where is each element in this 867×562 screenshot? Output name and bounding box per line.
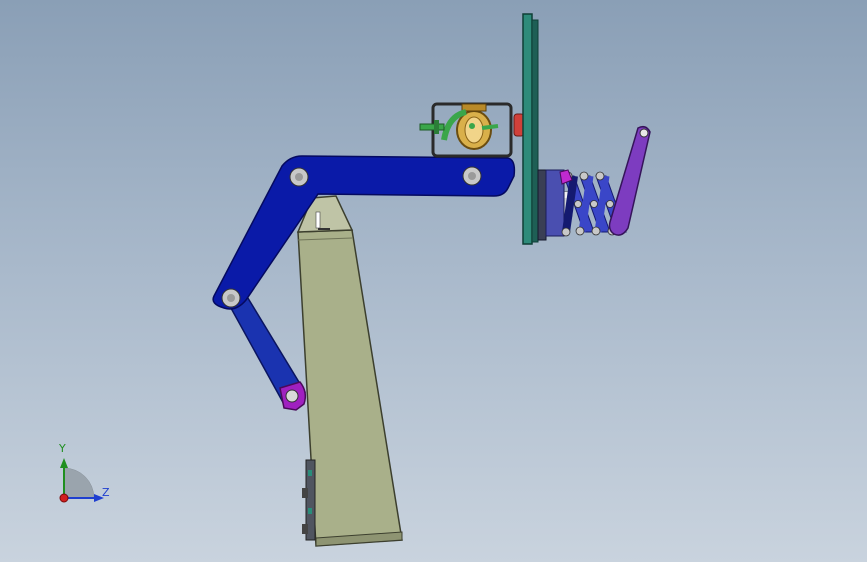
base-connector bbox=[302, 459, 316, 541]
lever[interactable] bbox=[608, 125, 651, 236]
cad-graphics-viewport[interactable]: Y Z bbox=[0, 0, 867, 562]
cad-model-view[interactable] bbox=[0, 0, 867, 562]
view-orientation-triad[interactable] bbox=[59, 458, 104, 503]
gimbal-frame[interactable] bbox=[419, 102, 513, 158]
triad-z-label: Z bbox=[102, 486, 110, 499]
triad-y-label: Y bbox=[59, 442, 66, 455]
pivot-bracket[interactable] bbox=[279, 381, 307, 411]
mount-plate[interactable] bbox=[522, 13, 547, 245]
upper-arm[interactable] bbox=[212, 155, 516, 310]
